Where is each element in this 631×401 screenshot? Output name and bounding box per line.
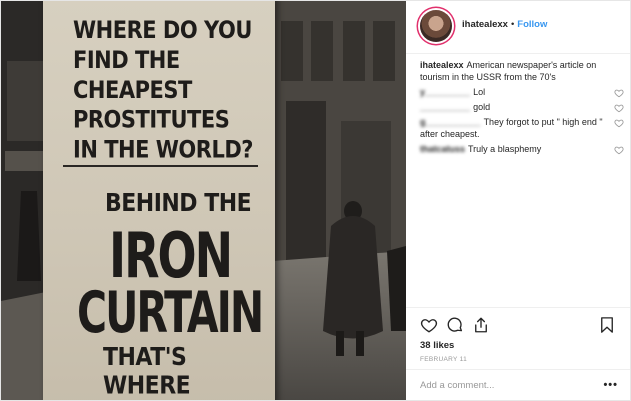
comment-like-icon[interactable] (614, 88, 624, 98)
comment-text: Lol (473, 87, 486, 97)
instagram-post: WHERE DO YOU FIND THE CHEAPEST PROSTITUT… (0, 0, 631, 401)
poster-question-line: IN THE WORLD? (73, 135, 253, 164)
post-actions: 38 likes FEBRUARY 11 (406, 307, 630, 363)
comment-username[interactable]: thatcatuss (420, 143, 465, 155)
header-username[interactable]: ihatealexx (462, 19, 508, 30)
comment-icon[interactable] (446, 316, 464, 334)
likes-count[interactable]: 38 likes (420, 340, 454, 351)
poster-question-line: WHERE DO YOU (73, 16, 252, 44)
poster-answer-line-1: BEHIND THE (105, 189, 252, 218)
poster-answer-line-4: THAT'S WHERE (103, 343, 191, 400)
post-date[interactable]: FEBRUARY 11 (420, 356, 467, 363)
comments-list: ihatealexx American newspaper's article o… (420, 59, 624, 158)
caption-username[interactable]: ihatealexx (420, 60, 464, 70)
more-options-button[interactable]: ••• (603, 379, 618, 391)
avatar[interactable] (420, 10, 452, 42)
comment-like-icon[interactable] (614, 118, 624, 128)
comment-item: y_________ Lol (420, 86, 624, 98)
follow-button[interactable]: Follow (517, 19, 547, 30)
header-separator: • (510, 19, 515, 30)
comment-item: thatcatuss Truly a blasphemy (420, 143, 624, 155)
comment-item: g___________ They forgot to put " high en… (420, 116, 624, 140)
comment-text: gold (473, 102, 491, 112)
comment-username[interactable]: g___________ (420, 116, 481, 128)
header-text: ihatealexx • Follow (462, 19, 547, 30)
comment-like-icon[interactable] (614, 145, 624, 155)
comment-username[interactable]: __________ (420, 101, 470, 113)
comment-item: __________ gold (420, 101, 624, 113)
post-photo[interactable]: WHERE DO YOU FIND THE CHEAPEST PROSTITUT… (1, 1, 406, 400)
comment-username[interactable]: y_________ (420, 86, 470, 98)
bookmark-icon[interactable] (598, 316, 616, 334)
poster-divider (63, 165, 258, 167)
post-header: ihatealexx • Follow (406, 1, 630, 54)
newspaper-poster: WHERE DO YOU FIND THE CHEAPEST PROSTITUT… (43, 1, 275, 400)
heart-icon[interactable] (420, 316, 438, 334)
share-icon[interactable] (472, 316, 490, 334)
post-side-panel: ihatealexx • Follow ihatealexx American new… (406, 1, 630, 400)
add-comment-input[interactable] (420, 378, 590, 392)
post-caption: ihatealexx American newspaper's article o… (420, 59, 624, 83)
comment-like-icon[interactable] (614, 103, 624, 113)
poster-question: WHERE DO YOU FIND THE CHEAPEST PROSTITUT… (73, 15, 273, 165)
add-comment-bar: ••• (406, 369, 630, 401)
poster-question-line: PROSTITUTES (73, 105, 230, 134)
comment-text: Truly a blasphemy (468, 144, 542, 154)
action-icons (420, 316, 616, 336)
poster-answer-line-3: CURTAIN (77, 279, 264, 347)
poster-question-line: FIND THE CHEAPEST (73, 46, 192, 104)
